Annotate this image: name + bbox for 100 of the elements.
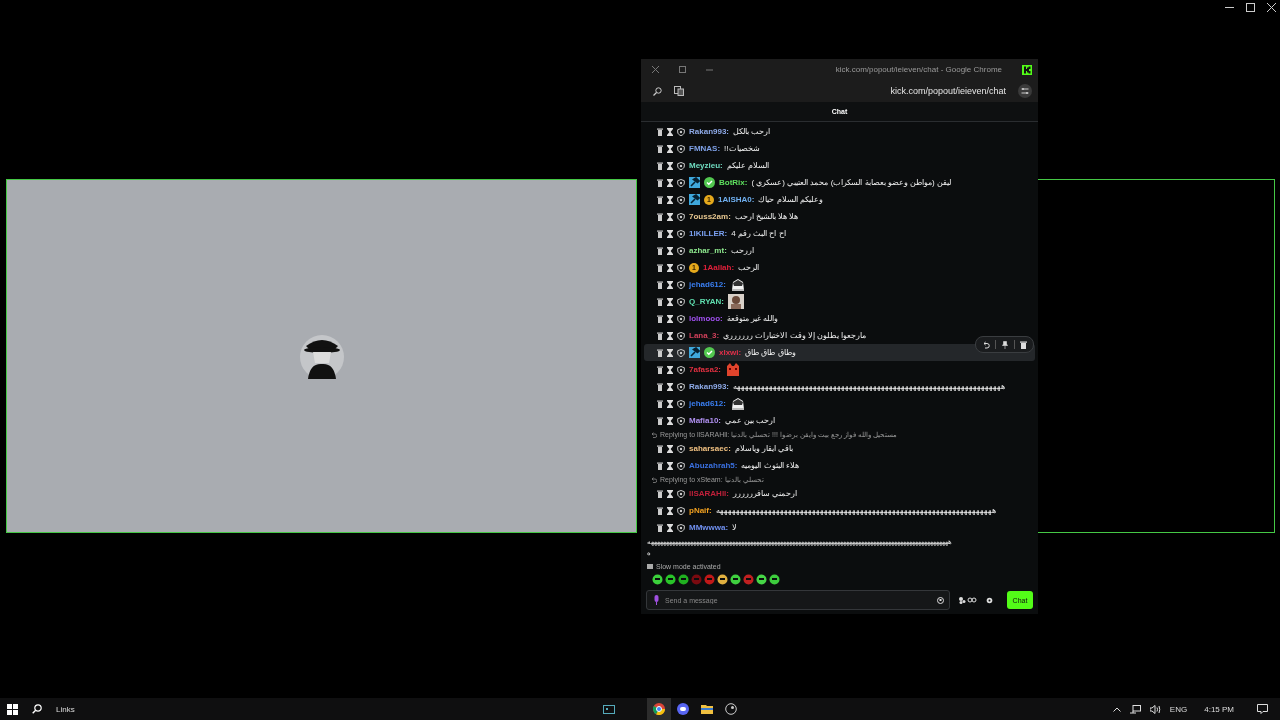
shield-icon[interactable] <box>677 331 685 340</box>
hourglass-icon[interactable] <box>667 382 673 391</box>
trash-icon[interactable] <box>657 178 663 187</box>
hourglass-icon[interactable] <box>667 161 673 170</box>
shield-icon[interactable] <box>677 489 685 498</box>
hourglass-icon[interactable] <box>667 399 673 408</box>
network-icon[interactable] <box>1129 704 1141 714</box>
emote-icon[interactable] <box>652 573 663 585</box>
volume-icon[interactable] <box>1149 704 1161 714</box>
clock[interactable]: 4:15 PM <box>1204 704 1234 714</box>
pin-icon[interactable] <box>1001 340 1009 349</box>
search-icon[interactable] <box>32 704 42 714</box>
hourglass-icon[interactable] <box>667 523 673 532</box>
username[interactable]: Rakan993: <box>689 382 730 391</box>
hourglass-icon[interactable] <box>667 229 673 238</box>
trash-icon[interactable] <box>657 461 663 470</box>
username[interactable]: azhar_mt: <box>689 246 727 255</box>
browser-app-icon[interactable] <box>646 698 671 720</box>
chevron-up-icon[interactable] <box>1112 706 1121 712</box>
trash-icon[interactable] <box>657 229 663 238</box>
username[interactable]: Q_RYAN: <box>689 297 724 306</box>
shield-icon[interactable] <box>677 246 685 255</box>
username[interactable]: 1AISHA0: <box>718 195 755 204</box>
shield-icon[interactable] <box>677 365 685 374</box>
shield-icon[interactable] <box>677 161 685 170</box>
username[interactable]: Meyzieu: <box>689 161 723 170</box>
emote-icon[interactable] <box>717 573 728 585</box>
settings-icon[interactable] <box>986 596 993 604</box>
username[interactable]: Rakan993: <box>689 127 730 136</box>
hourglass-icon[interactable] <box>667 461 673 470</box>
search-text[interactable]: Links <box>56 704 75 714</box>
username[interactable]: saharsaec: <box>689 444 731 453</box>
shield-icon[interactable] <box>677 178 685 187</box>
trash-icon[interactable] <box>657 331 663 340</box>
trash-icon[interactable] <box>657 280 663 289</box>
hourglass-icon[interactable] <box>667 212 673 221</box>
username[interactable]: pNaif: <box>689 506 712 515</box>
username[interactable]: 1lKILLER: <box>689 229 728 238</box>
close-icon[interactable] <box>1267 3 1276 12</box>
trash-icon[interactable] <box>657 314 663 323</box>
trash-icon[interactable] <box>657 212 663 221</box>
hourglass-icon[interactable] <box>667 444 673 453</box>
trash-icon[interactable] <box>657 506 663 515</box>
shield-icon[interactable] <box>677 382 685 391</box>
trash-icon[interactable] <box>657 399 663 408</box>
hourglass-icon[interactable] <box>667 263 673 272</box>
username[interactable]: jehad612: <box>689 399 726 408</box>
hourglass-icon[interactable] <box>667 489 673 498</box>
trash-icon[interactable] <box>657 195 663 204</box>
hourglass-icon[interactable] <box>667 280 673 289</box>
emote-icon[interactable] <box>665 573 676 585</box>
hourglass-icon[interactable] <box>667 314 673 323</box>
shield-icon[interactable] <box>677 416 685 425</box>
shield-icon[interactable] <box>677 212 685 221</box>
settings-icon[interactable] <box>1018 84 1032 98</box>
shield-icon[interactable] <box>677 348 685 357</box>
username[interactable]: FMNAS: <box>689 144 721 153</box>
username[interactable]: jehad612: <box>689 280 726 289</box>
shield-icon[interactable] <box>677 195 685 204</box>
shield-icon[interactable] <box>677 229 685 238</box>
notification-icon[interactable] <box>1257 704 1268 714</box>
username[interactable]: Lana_3: <box>689 331 720 340</box>
shield-icon[interactable] <box>677 297 685 306</box>
trash-icon[interactable] <box>657 246 663 255</box>
hourglass-icon[interactable] <box>667 348 673 357</box>
trash-icon[interactable] <box>657 297 663 306</box>
shield-icon[interactable] <box>677 144 685 153</box>
shield-icon[interactable] <box>677 506 685 515</box>
trash-icon[interactable] <box>657 444 663 453</box>
shield-icon[interactable] <box>677 399 685 408</box>
hourglass-icon[interactable] <box>667 297 673 306</box>
trash-icon[interactable] <box>657 144 663 153</box>
trash-icon[interactable] <box>657 127 663 136</box>
hourglass-icon[interactable] <box>667 195 673 204</box>
trash-icon[interactable] <box>657 523 663 532</box>
hourglass-icon[interactable] <box>667 331 673 340</box>
trash-icon[interactable] <box>657 489 663 498</box>
trash-icon[interactable] <box>1020 340 1027 349</box>
emote-icon[interactable] <box>730 573 741 585</box>
trash-icon[interactable] <box>657 382 663 391</box>
hourglass-icon[interactable] <box>667 144 673 153</box>
shield-icon[interactable] <box>677 314 685 323</box>
hourglass-icon[interactable] <box>667 506 673 515</box>
trash-icon[interactable] <box>657 161 663 170</box>
shield-icon[interactable] <box>677 263 685 272</box>
username[interactable]: 1Aallah: <box>703 263 735 272</box>
url-text[interactable]: kick.com/popout/ieieven/chat <box>890 86 1006 96</box>
maximize-icon[interactable] <box>1246 3 1255 12</box>
emote-icon[interactable] <box>756 573 767 585</box>
username[interactable]: Abuzahrah5: <box>689 461 738 470</box>
hourglass-icon[interactable] <box>667 178 673 187</box>
trash-icon[interactable] <box>657 416 663 425</box>
trash-icon[interactable] <box>657 365 663 374</box>
hourglass-icon[interactable] <box>667 416 673 425</box>
language-indicator[interactable]: ENG <box>1169 704 1188 714</box>
hourglass-icon[interactable] <box>667 246 673 255</box>
windows-start-icon[interactable] <box>7 703 18 715</box>
shield-icon[interactable] <box>677 127 685 136</box>
username[interactable]: MMwwwa: <box>689 523 729 532</box>
community-icon[interactable] <box>958 596 978 604</box>
